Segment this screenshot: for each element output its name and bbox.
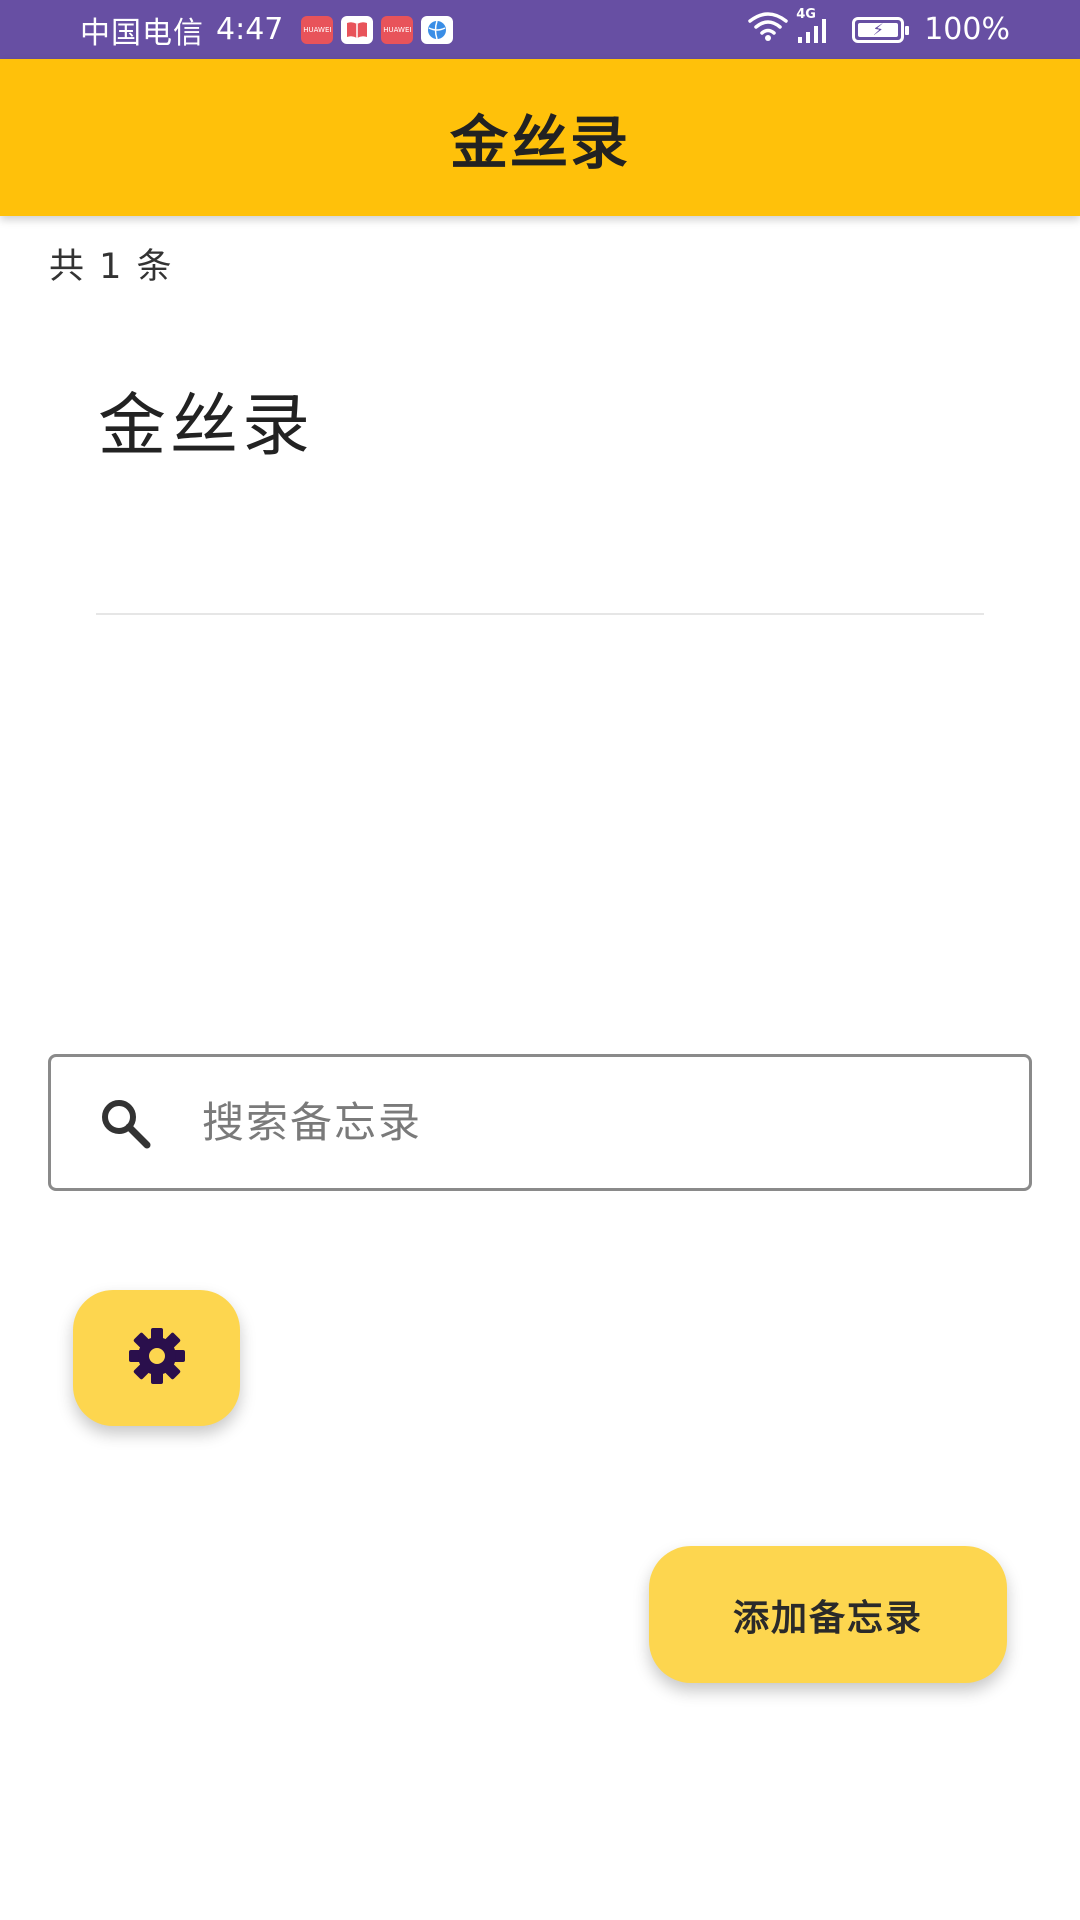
browser-app-icon — [421, 15, 454, 44]
huawei-app-icon: HUAWEI — [301, 15, 334, 44]
charging-icon: ⚡ — [872, 19, 884, 39]
app-screen: 中国电信 4:47 HUAWEI HUAWEI 4G ⚡ 100% 金丝录 共 … — [0, 0, 1080, 1920]
memo-list-item[interactable]: 金丝录 — [96, 340, 984, 615]
page-title: 金丝录 — [449, 108, 630, 177]
memo-title: 金丝录 — [98, 387, 315, 466]
settings-button[interactable] — [73, 1290, 240, 1426]
carrier-label: 中国电信 — [80, 15, 204, 51]
search-input[interactable] — [200, 1097, 964, 1148]
status-right: 4G ⚡ 100% — [748, 7, 1010, 49]
network-type-label: 4G — [796, 6, 816, 22]
huawei-app-icon: HUAWEI — [381, 15, 414, 44]
add-memo-button[interactable]: 添加备忘录 — [649, 1546, 1007, 1683]
wifi-icon — [748, 11, 788, 49]
clock: 4:47 — [216, 12, 284, 47]
memo-count: 共 1 条 — [49, 247, 174, 287]
status-bar: 中国电信 4:47 HUAWEI HUAWEI 4G ⚡ 100% — [0, 0, 1080, 59]
book-app-icon — [341, 15, 374, 44]
app-bar: 金丝录 — [0, 59, 1080, 216]
search-bar[interactable] — [48, 1054, 1032, 1191]
search-icon — [95, 1093, 155, 1153]
status-left: 中国电信 4:47 HUAWEI HUAWEI — [80, 8, 454, 52]
battery-icon: ⚡ — [852, 16, 910, 43]
cellular-signal-icon: 4G — [796, 7, 832, 45]
battery-percent: 100% — [924, 12, 1010, 47]
gear-icon — [127, 1326, 187, 1390]
